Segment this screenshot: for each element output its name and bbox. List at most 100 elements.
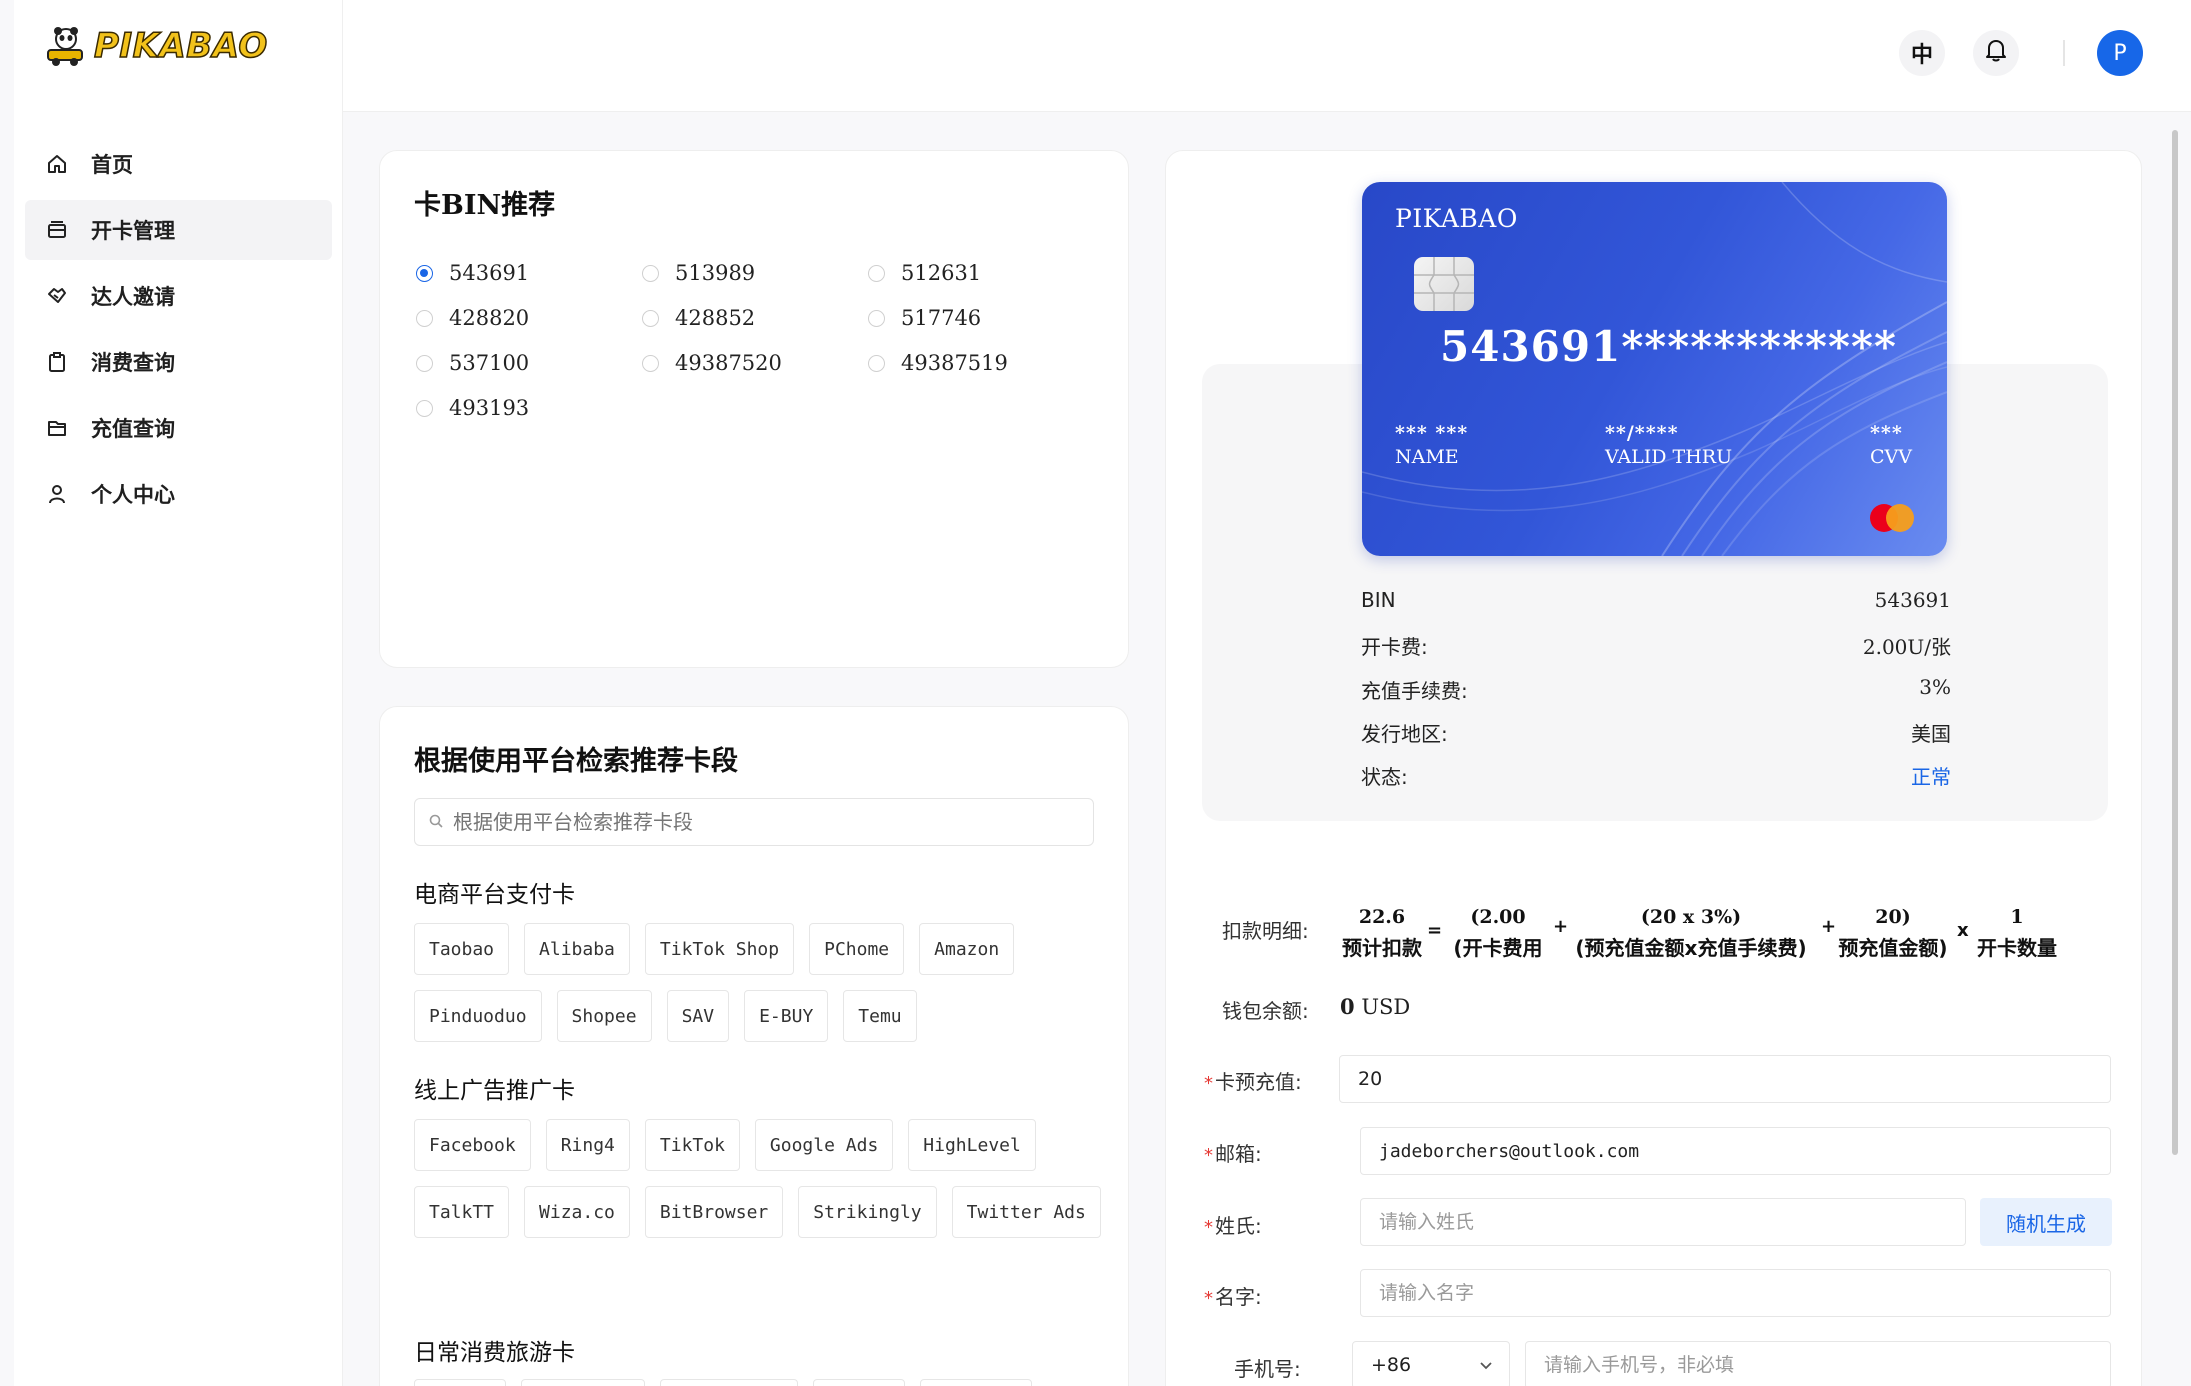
- tag-google-ads[interactable]: Google Ads: [754, 1119, 894, 1171]
- platform-search-panel: 根据使用平台检索推荐卡段 电商平台支付卡 Taobao Alibaba TikT…: [379, 706, 1129, 1386]
- deduction-label: 扣款明细:: [1222, 919, 1309, 943]
- formula-value: 22.6: [1358, 906, 1406, 928]
- tag-talktt[interactable]: TalkTT: [414, 1186, 510, 1238]
- bin-option-493193[interactable]: 493193: [416, 396, 529, 420]
- card-valid-field: **/**** VALID THRU: [1605, 422, 1732, 468]
- phone-code-select[interactable]: +86: [1352, 1341, 1510, 1386]
- group-title-ads: 线上广告推广卡: [414, 1078, 575, 1104]
- info-value: 3%: [1919, 675, 1951, 699]
- lastname-label-text: 姓氏:: [1215, 1214, 1262, 1238]
- tag-bitbrowser[interactable]: BitBrowser: [644, 1186, 784, 1238]
- sidebar-item-consumption[interactable]: 消费查询: [25, 332, 332, 392]
- info-row-bin: BIN 543691: [1361, 588, 1951, 612]
- email-label: * 邮箱:: [1204, 1138, 1262, 1167]
- info-row-status: 状态: 正常: [1361, 761, 1951, 790]
- sidebar-item-label: 消费查询: [91, 351, 175, 375]
- tag-placeholder[interactable]: [660, 1379, 798, 1386]
- bin-option-428852[interactable]: 428852: [642, 306, 755, 330]
- email-input[interactable]: [1379, 1140, 2110, 1162]
- tag-taobao[interactable]: Taobao: [414, 923, 510, 975]
- clipboard-icon: [45, 350, 69, 374]
- tag-shopee[interactable]: Shopee: [556, 990, 652, 1042]
- card-stack-icon: [45, 218, 69, 242]
- prepay-input[interactable]: [1358, 1068, 2110, 1090]
- tag-temu[interactable]: Temu: [843, 990, 917, 1042]
- sidebar-item-home[interactable]: 首页: [25, 134, 332, 194]
- tag-tiktok[interactable]: TikTok: [644, 1119, 740, 1171]
- tag-wiza-co[interactable]: Wiza.co: [524, 1186, 630, 1238]
- lastname-input[interactable]: [1379, 1211, 1965, 1233]
- bin-option-label: 428820: [449, 306, 530, 330]
- lastname-field[interactable]: [1360, 1198, 1966, 1246]
- card-name-value: *** ***: [1395, 422, 1469, 444]
- tag-tiktok-shop[interactable]: TikTok Shop: [644, 923, 795, 975]
- sidebar-item-profile[interactable]: 个人中心: [25, 464, 332, 524]
- card-name-field: *** *** NAME: [1395, 422, 1468, 468]
- tag-pinduoduo[interactable]: Pinduoduo: [414, 990, 542, 1042]
- bin-option-512631[interactable]: 512631: [868, 261, 981, 285]
- notification-button[interactable]: [1973, 30, 2019, 76]
- bin-option-label: 49387520: [675, 351, 782, 375]
- avatar[interactable]: P: [2097, 30, 2143, 76]
- logo[interactable]: PIKABAO: [44, 24, 268, 68]
- firstname-input[interactable]: [1379, 1282, 2110, 1304]
- info-key: 状态:: [1361, 765, 1408, 789]
- card-cvv-label: CVV: [1870, 446, 1912, 468]
- tag-twitter-ads[interactable]: Twitter Ads: [951, 1186, 1101, 1238]
- card-chip-icon: [1414, 257, 1474, 311]
- formula-caption: (开卡费用: [1453, 936, 1543, 960]
- tag-placeholder[interactable]: [521, 1379, 645, 1386]
- sidebar-item-card-management[interactable]: 开卡管理: [25, 200, 332, 260]
- tag-placeholder[interactable]: [920, 1379, 1032, 1386]
- bin-option-49387519[interactable]: 49387519: [868, 351, 1008, 375]
- bin-option-537100[interactable]: 537100: [416, 351, 529, 375]
- phone-field[interactable]: [1525, 1341, 2111, 1386]
- tag-pchome[interactable]: PChome: [809, 923, 905, 975]
- sidebar-item-invite[interactable]: 达人邀请: [25, 266, 332, 326]
- bin-option-513989[interactable]: 513989: [642, 261, 755, 285]
- bin-option-49387520[interactable]: 49387520: [642, 351, 782, 375]
- sidebar-nav: 首页 开卡管理 达人邀请 消费查询 充值查询 个人中心: [25, 134, 332, 530]
- bin-option-517746[interactable]: 517746: [868, 306, 981, 330]
- platform-search-input-wrapper[interactable]: [414, 798, 1094, 846]
- bin-option-543691[interactable]: 543691: [416, 261, 529, 285]
- bin-option-428820[interactable]: 428820: [416, 306, 529, 330]
- card-number: 543691************: [1440, 322, 1897, 371]
- tag-amazon[interactable]: Amazon: [919, 923, 1015, 975]
- prepay-field[interactable]: [1339, 1055, 2111, 1103]
- radio-icon: [868, 354, 885, 372]
- required-mark: *: [1204, 1217, 1213, 1238]
- tag-sav[interactable]: SAV: [666, 990, 730, 1042]
- info-key: 充值手续费:: [1361, 679, 1468, 703]
- firstname-field[interactable]: [1360, 1269, 2111, 1317]
- card-name-label: NAME: [1395, 446, 1459, 468]
- card-cvv-value: ***: [1870, 422, 1903, 444]
- random-generate-button[interactable]: 随机生成: [1980, 1198, 2112, 1246]
- tag-facebook[interactable]: Facebook: [414, 1119, 531, 1171]
- formula-value: (20 x 3%): [1640, 906, 1742, 928]
- tag-e-buy[interactable]: E-BUY: [744, 990, 829, 1042]
- group-title-ecommerce: 电商平台支付卡: [414, 882, 575, 908]
- platform-search-input[interactable]: [453, 810, 1053, 834]
- info-key: 开卡费:: [1361, 635, 1428, 659]
- page-scrollbar[interactable]: [2172, 130, 2178, 1155]
- sidebar-item-recharge[interactable]: 充值查询: [25, 398, 332, 458]
- tag-placeholder[interactable]: [813, 1379, 905, 1386]
- tags-ads: Facebook Ring4 TikTok Google Ads HighLev…: [414, 1119, 1114, 1238]
- tag-highlevel[interactable]: HighLevel: [908, 1119, 1036, 1171]
- phone-input[interactable]: [1544, 1354, 2110, 1376]
- email-field[interactable]: [1360, 1127, 2111, 1175]
- tag-alibaba[interactable]: Alibaba: [524, 923, 630, 975]
- user-icon: [45, 482, 69, 506]
- tag-placeholder[interactable]: [414, 1379, 506, 1386]
- info-key: 发行地区:: [1361, 722, 1448, 746]
- formula-operator: =: [1427, 920, 1443, 941]
- bin-option-label: 543691: [449, 261, 530, 285]
- tag-strikingly[interactable]: Strikingly: [798, 1186, 937, 1238]
- radio-icon: [642, 264, 659, 282]
- panda-logo-icon: [44, 24, 88, 68]
- status-badge: 正常: [1911, 765, 1951, 789]
- formula-term: 22.6 预计扣款: [1337, 906, 1427, 961]
- language-toggle-button[interactable]: 中: [1899, 30, 1945, 76]
- tag-ring4[interactable]: Ring4: [545, 1119, 630, 1171]
